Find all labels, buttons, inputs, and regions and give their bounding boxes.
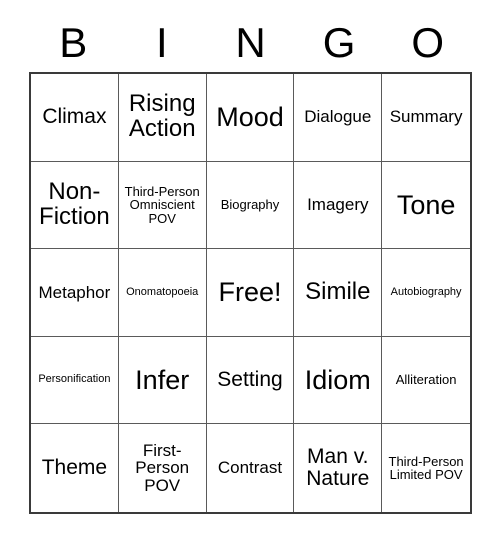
header-letter-n: N xyxy=(235,19,266,66)
header-letter-b: B xyxy=(59,19,88,66)
bingo-cell[interactable]: Onomatopoeia xyxy=(118,249,207,337)
bingo-cell-label: Autobiography xyxy=(390,285,462,298)
bingo-cell-label: Third-Person Limited POV xyxy=(388,453,464,483)
bingo-cell[interactable]: Biography xyxy=(206,161,295,250)
bingo-cell[interactable]: Tone xyxy=(382,161,470,250)
bingo-cell[interactable]: Idiom xyxy=(294,336,383,425)
bingo-cell[interactable]: Infer xyxy=(118,336,207,425)
bingo-cell[interactable]: Third-Person Limited POV xyxy=(382,424,470,512)
bingo-cell-label: Imagery xyxy=(307,195,369,215)
bingo-cell-label: Rising Action xyxy=(128,90,196,143)
bingo-cell[interactable]: Contrast xyxy=(206,424,295,512)
bingo-cell-label: Mood xyxy=(216,102,284,133)
bingo-cell[interactable]: Imagery xyxy=(294,161,383,250)
bingo-grid: Climax Rising Action Mood Dialogue Summa… xyxy=(29,72,472,514)
bingo-cell[interactable]: Alliteration xyxy=(382,336,470,425)
bingo-card: B I N G O Climax Rising Action Mood Dial… xyxy=(0,0,500,544)
bingo-cell[interactable]: Simile xyxy=(294,249,383,337)
bingo-cell[interactable]: Setting xyxy=(206,336,295,425)
header-letter-g: G xyxy=(322,19,356,66)
bingo-cell-label: Onomatopoeia xyxy=(126,285,199,298)
header-letter-o: O xyxy=(411,19,444,66)
bingo-cell-label: Non-Fiction xyxy=(39,177,110,230)
bingo-cell-label: Dialogue xyxy=(304,107,372,127)
bingo-cell-label: Theme xyxy=(41,456,108,480)
bingo-cell-label: First-Person POV xyxy=(135,440,190,496)
bingo-cell-label: Biography xyxy=(220,197,280,213)
bingo-cell-label: Metaphor xyxy=(38,282,111,302)
header-letter-i: I xyxy=(156,19,168,66)
bingo-cell[interactable]: Dialogue xyxy=(294,74,383,162)
bingo-cell-label: Infer xyxy=(135,365,190,396)
bingo-cell[interactable]: Mood xyxy=(206,74,295,162)
bingo-cell-label: Tone xyxy=(396,189,456,220)
bingo-header-row: B I N G O xyxy=(29,14,472,72)
bingo-cell[interactable]: Autobiography xyxy=(382,249,470,337)
bingo-cell[interactable]: First-Person POV xyxy=(118,424,207,512)
bingo-cell[interactable]: Personification xyxy=(31,336,119,425)
bingo-cell[interactable]: Third-Person Omniscient POV xyxy=(118,161,207,250)
bingo-cell[interactable]: Summary xyxy=(382,74,470,162)
bingo-cell[interactable]: Climax xyxy=(31,74,119,162)
bingo-cell-label: Summary xyxy=(389,107,463,127)
bingo-cell-label: Simile xyxy=(305,278,371,306)
bingo-cell-label: Third-Person Omniscient POV xyxy=(124,183,200,226)
bingo-cell[interactable]: Rising Action xyxy=(118,74,207,162)
bingo-cell-label: Man v. Nature xyxy=(306,445,370,491)
bingo-cell[interactable]: Metaphor xyxy=(31,249,119,337)
bingo-cell[interactable]: Theme xyxy=(31,424,119,512)
bingo-cell-label: Personification xyxy=(38,373,111,386)
bingo-cell-label: Setting xyxy=(217,368,283,392)
bingo-cell[interactable]: Man v. Nature xyxy=(294,424,383,512)
bingo-cell-label: Alliteration xyxy=(395,372,457,388)
bingo-cell-label: Contrast xyxy=(217,458,283,478)
bingo-cell-label: Climax xyxy=(42,105,107,129)
bingo-cell-label: Free! xyxy=(218,277,282,308)
bingo-cell-free[interactable]: Free! xyxy=(206,249,295,337)
bingo-cell[interactable]: Non-Fiction xyxy=(31,161,119,250)
bingo-cell-label: Idiom xyxy=(304,365,371,396)
